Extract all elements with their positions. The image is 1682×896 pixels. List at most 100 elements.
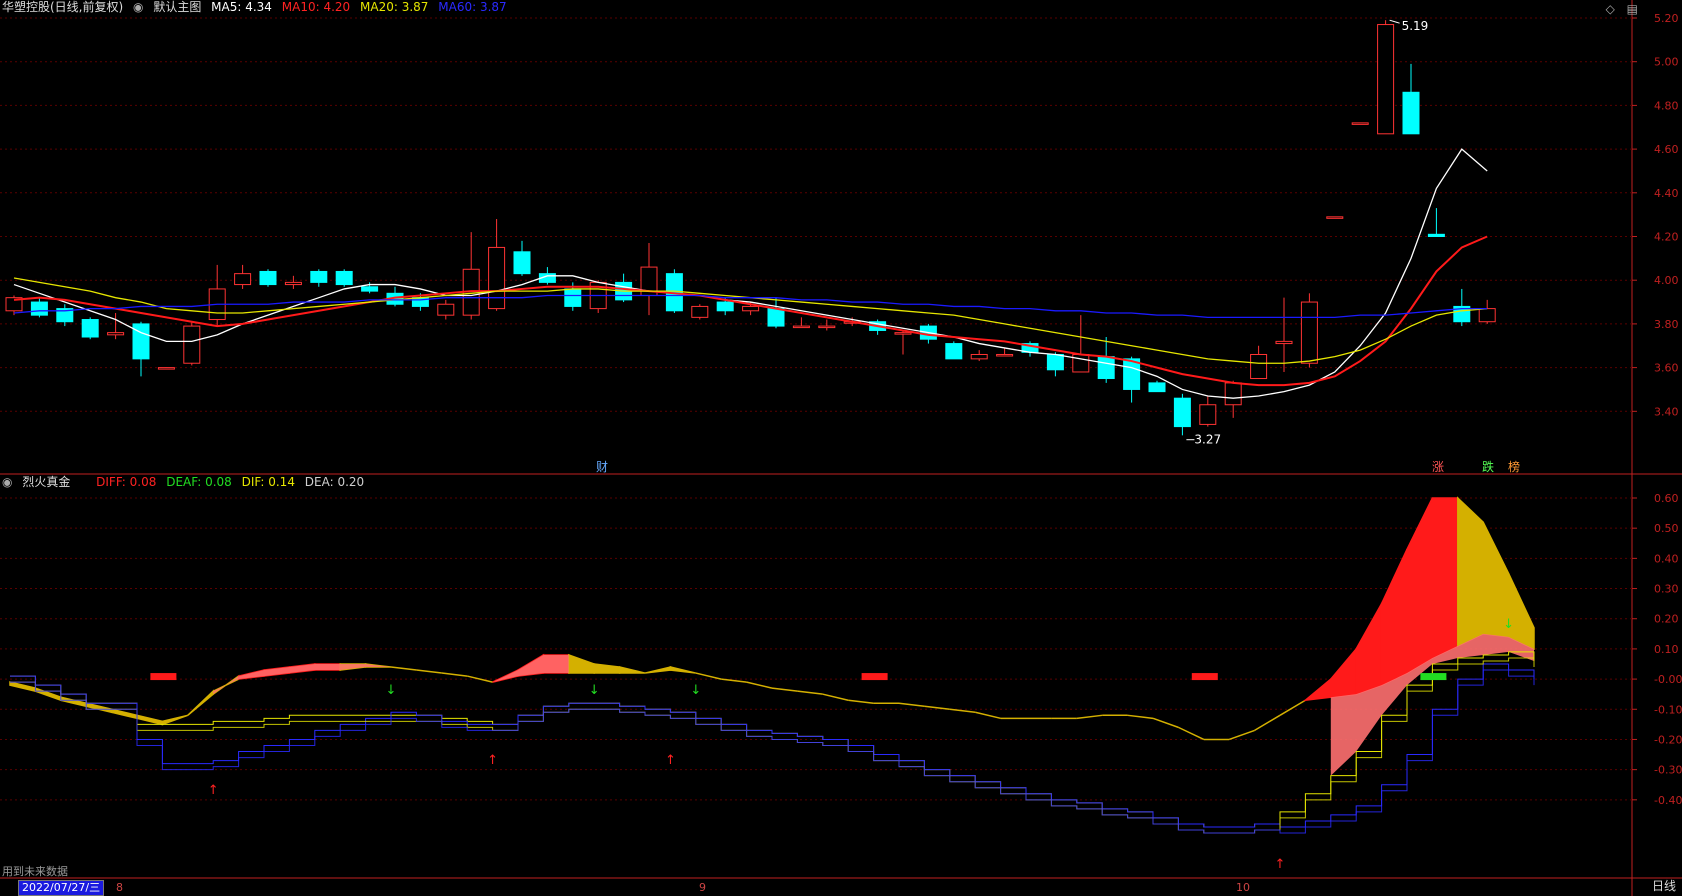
diff-band-segment [822,693,849,701]
diff-band-segment [644,666,672,674]
dea-label: DEA: 0.20 [304,475,365,489]
up-arrow-signal: ↑ [1275,857,1286,872]
candle-body [1250,353,1268,380]
candle-body [1046,353,1064,371]
dif-label: DIF: 0.14 [241,475,295,489]
cursor-date: 2022/07/27/三 [18,880,105,896]
diff-band-segment [60,696,87,708]
diff-band-segment [568,653,595,674]
diff-band-segment [110,708,138,720]
sub-chart-header: ◉ 烈火真金 DIFF: 0.08 DEAF: 0.08 DIF: 0.14 D… [2,475,370,489]
diff-band-segment [416,669,442,674]
candle-body [437,303,455,316]
y-tick-label-main: 4.20 [1654,231,1679,244]
candle-body [894,332,912,335]
ma5-label: MA5: 4.34 [211,0,272,14]
red-signal-bar [861,673,888,681]
diff-band-segment [161,714,189,726]
candle-body [691,305,709,318]
candle-body [767,308,785,327]
candle-body [1478,308,1496,323]
candle-body [1148,382,1166,393]
stock-chart-canvas[interactable]: 5.20 5.00 4.80 4.60 4.40 4.20 4.00 3.80 3.60 3.40… [0,0,1682,896]
diff-band-segment [721,678,747,683]
diff-band-segment [898,702,925,707]
candle-body [1199,404,1217,425]
candle-body [361,286,379,292]
candle-body [792,325,810,329]
red-signal-bar [1191,673,1218,681]
y-tick-label-main: 3.80 [1654,318,1679,331]
ma20-label: MA20: 3.87 [360,0,429,14]
diff-band-segment [924,705,950,711]
rise-marker: 涨 [1432,459,1444,474]
diff-band-segment [1330,646,1357,699]
diff-band-segment [85,702,113,714]
diff-band-segment [975,711,1001,720]
y-tick-label-sub: -0.40 [1654,794,1682,807]
diff-band-segment [848,699,874,704]
down-arrow-signal: ↓ [589,683,600,698]
y-tick-label-main: 5.20 [1654,12,1679,25]
up-arrow-signal: ↑ [487,753,498,768]
menu-icon[interactable]: ▤ [1627,2,1638,16]
candle-body [513,251,531,275]
y-tick-label-main: 3.40 [1654,405,1679,418]
y-tick-label-main: 3.60 [1654,362,1679,375]
candle-body [81,319,99,338]
indicator-dropdown-icon[interactable]: ◉ [2,475,12,489]
candle-body [335,270,353,286]
diff-band-segment [9,681,37,693]
x-label-oct: 10 [1236,881,1250,894]
candle-body [1097,356,1115,380]
ma60-label: MA60: 3.87 [438,0,507,14]
candle-body [234,273,252,286]
candle-body [564,288,582,307]
diff-band-segment [1380,548,1408,687]
indicator-title[interactable]: 烈火真金 [22,475,70,489]
diff-label: DIFF: 0.08 [96,475,157,489]
diff-band-segment [1406,497,1434,675]
y-tick-label-main: 4.00 [1654,274,1679,287]
series-dif-shadow [10,657,1535,834]
candle-body [1300,301,1318,364]
view-label[interactable]: 默认主图 [153,0,201,14]
diff-band-segment [441,672,468,677]
green-signal-bar [1420,673,1447,681]
candle-body [284,281,302,286]
future-data-note: 用到未来数据 [2,865,68,878]
y-tick-label-sub: 0.10 [1654,643,1679,656]
candle-body [157,367,175,370]
candle-body [1224,382,1242,406]
high-annotation-pointer [1389,19,1400,24]
diff-band-segment [1302,677,1332,702]
main-chart-header: 华塑控股(日线,前复权) ◉ 默认主图 MA5: 4.34 MA10: 4.20… [2,0,513,14]
y-tick-label-sub: -0.30 [1654,764,1682,777]
high-price-label: 5.19 [1402,19,1429,33]
diff-band-segment [1355,600,1383,696]
view-dropdown-icon[interactable]: ◉ [133,0,143,14]
candle-body [259,270,277,286]
diamond-icon[interactable]: ◇ [1606,2,1615,16]
diff-band-segment [669,666,696,674]
period-label[interactable]: 日线 [1652,877,1676,894]
candle-body [818,325,836,329]
candle-body [1402,91,1420,135]
candle-body [183,325,201,364]
y-tick-label-main: 4.40 [1654,187,1679,200]
diff-band-segment [136,714,164,726]
y-tick-label-main: 5.00 [1654,56,1679,69]
diff-band-segment [1152,717,1179,729]
candle-body [945,343,963,360]
rank-marker: 榜 [1508,459,1520,474]
diff-band-segment [1279,699,1306,716]
y-tick-label-main: 4.60 [1654,143,1679,156]
diff-band-segment [390,666,417,671]
finance-marker: 财 [596,460,608,474]
y-tick-label-sub: -0.10 [1654,703,1682,716]
y-tick-label-main: 4.80 [1654,99,1679,112]
diff-band-segment [746,681,773,689]
diff-band-segment [797,690,823,695]
stock-title[interactable]: 华塑控股(日线,前复权) [2,0,123,14]
window-controls: ◇ ▤ [1598,2,1638,16]
